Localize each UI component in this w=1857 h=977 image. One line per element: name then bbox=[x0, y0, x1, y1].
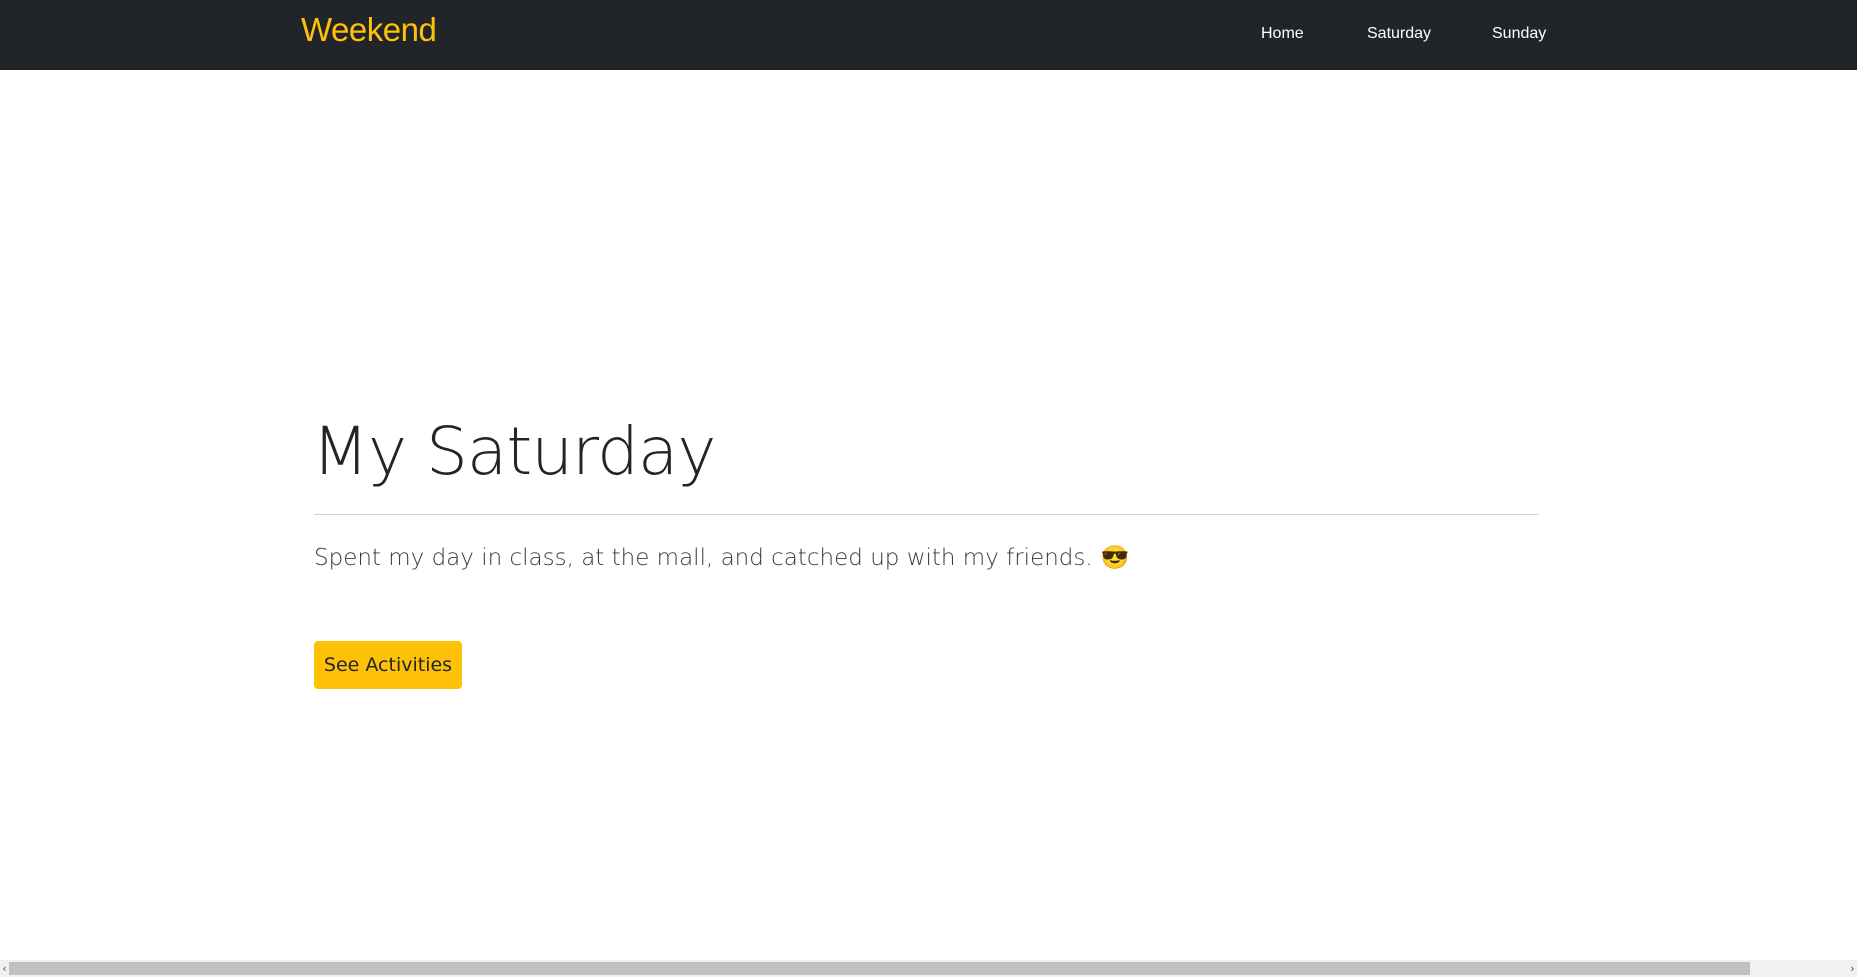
title-divider bbox=[314, 514, 1539, 515]
top-navbar: Weekend Home Saturday Sunday bbox=[0, 0, 1857, 70]
hero-description-text: Spent my day in class, at the mall, and … bbox=[314, 545, 1093, 571]
see-activities-button[interactable]: See Activities bbox=[314, 641, 462, 689]
scroll-left-arrow-icon[interactable]: ‹ bbox=[0, 960, 9, 977]
nav-link-home[interactable]: Home bbox=[1261, 24, 1304, 44]
hero-description: Spent my day in class, at the mall, and … bbox=[314, 543, 1129, 573]
page-title: My Saturday bbox=[312, 413, 716, 490]
scroll-right-arrow-icon[interactable]: › bbox=[1848, 960, 1857, 977]
scrollbar-thumb[interactable] bbox=[9, 962, 1750, 975]
nav-link-saturday[interactable]: Saturday bbox=[1367, 24, 1431, 44]
brand-logo-link[interactable]: Weekend bbox=[301, 10, 437, 50]
sunglasses-emoji-icon: 😎 bbox=[1100, 545, 1130, 571]
horizontal-scrollbar[interactable]: ‹ › bbox=[0, 960, 1857, 977]
nav-link-sunday[interactable]: Sunday bbox=[1492, 24, 1546, 44]
